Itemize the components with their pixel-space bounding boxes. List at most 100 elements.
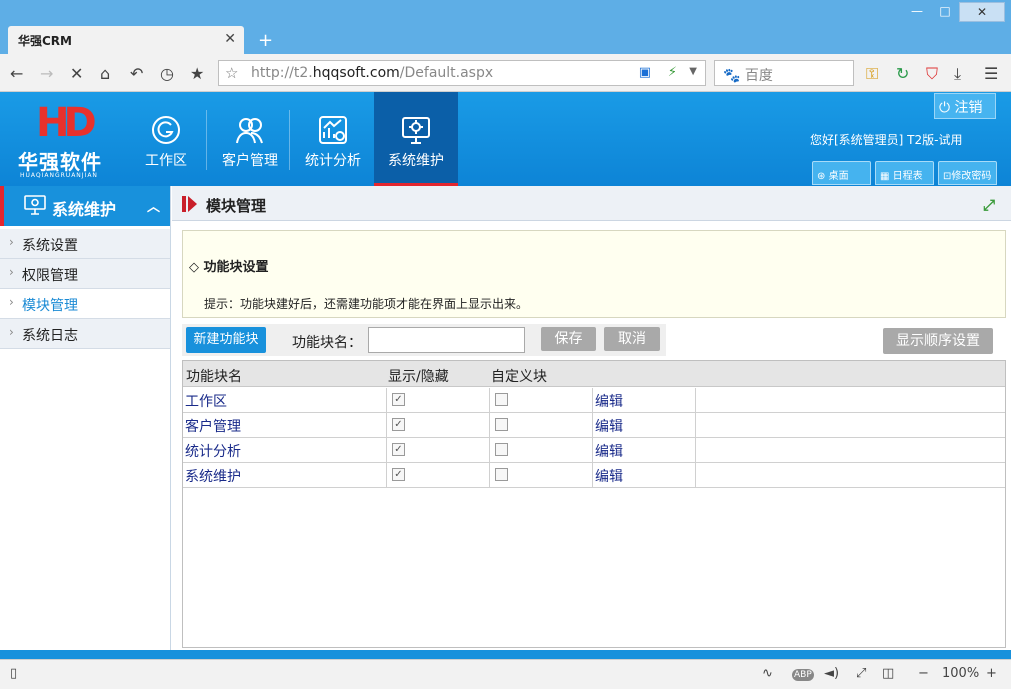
table-row: 客户管理 ✓ 编辑 <box>183 413 1005 438</box>
home-icon[interactable]: ⌂ <box>100 64 110 83</box>
chevron-up-icon[interactable]: ︿ <box>147 196 160 215</box>
block-name-input[interactable] <box>368 327 525 353</box>
volume-icon[interactable]: ◄) <box>824 666 839 681</box>
user-greeting: 您好[系统管理员] T2版-试用 <box>810 133 963 147</box>
sidebar-item-system-log[interactable]: › 系统日志 <box>0 319 170 349</box>
zoom-out-button[interactable]: − <box>918 666 929 681</box>
edit-link[interactable]: 编辑 <box>595 466 623 486</box>
monitor-gear-icon <box>402 117 430 144</box>
favorite-star-icon[interactable]: ☆ <box>225 64 238 82</box>
monitor-gear-icon <box>24 195 46 215</box>
cancel-button[interactable]: 取消 <box>604 327 660 351</box>
visible-checkbox[interactable]: ✓ <box>392 418 405 431</box>
nav-label: 客户管理 <box>222 153 278 169</box>
table-row: 统计分析 ✓ 编辑 <box>183 438 1005 463</box>
nav-label: 系统维护 <box>388 153 444 169</box>
notice-text: 提示：功能块建好后，还需建功能项才能在界面上显示出来。 <box>204 297 529 311</box>
users-icon <box>236 118 263 144</box>
window-titlebar: — □ ✕ <box>0 0 1011 28</box>
visible-checkbox[interactable]: ✓ <box>392 468 405 481</box>
sidebar-item-permissions[interactable]: › 权限管理 <box>0 259 170 289</box>
nav-system-maintenance[interactable]: 系统维护 <box>374 92 458 186</box>
chevron-right-icon: › <box>9 235 14 249</box>
sidebar-title: 系统维护 <box>52 200 117 219</box>
window-controls: — □ ✕ <box>903 2 1005 22</box>
nav-divider <box>289 110 290 170</box>
block-name-cell: 统计分析 <box>185 444 241 460</box>
split-view-icon[interactable]: ◫ <box>882 666 894 681</box>
save-button[interactable]: 保存 <box>541 327 596 351</box>
sidebar-item-module-management[interactable]: › 模块管理 <box>0 289 170 319</box>
pulse-icon[interactable]: ∿ <box>762 666 773 681</box>
forward-icon[interactable]: → <box>40 64 53 83</box>
key-icon[interactable]: ⚿ <box>866 64 878 84</box>
column-header: 功能块名 <box>186 369 242 385</box>
g-circle-icon <box>152 116 180 144</box>
minimize-icon[interactable]: — <box>903 2 931 22</box>
title-arrow-icon <box>188 196 197 212</box>
custom-checkbox[interactable] <box>495 468 508 481</box>
nav-workspace[interactable]: 工作区 <box>124 92 208 186</box>
visible-checkbox[interactable]: ✓ <box>392 393 405 406</box>
browser-tab[interactable]: 华强CRM ✕ <box>8 26 244 54</box>
schedule-button[interactable]: ▦ 日程表 <box>875 161 934 185</box>
compat-icon[interactable]: ⚡ <box>668 65 677 80</box>
undo-icon[interactable]: ↶ <box>130 64 143 83</box>
history-icon[interactable]: ◷ <box>160 64 174 83</box>
chart-gear-icon <box>319 116 347 144</box>
zoom-level: 100% <box>942 666 980 681</box>
logout-button[interactable]: ⏻ 注销 <box>934 93 996 119</box>
back-icon[interactable]: ← <box>10 64 23 83</box>
adblock-icon[interactable]: ABP <box>792 669 814 681</box>
edit-link[interactable]: 编辑 <box>595 416 623 436</box>
window-close-icon[interactable]: ✕ <box>959 2 1005 22</box>
fullscreen-icon[interactable]: ⤢ <box>983 196 995 214</box>
nav-divider <box>206 110 207 170</box>
refresh-user-icon[interactable]: ↻ <box>896 64 909 83</box>
desktop-button[interactable]: ⊛ 桌面 <box>812 161 871 185</box>
maximize-icon[interactable]: □ <box>931 2 959 22</box>
custom-checkbox[interactable] <box>495 418 508 431</box>
edit-link[interactable]: 编辑 <box>595 391 623 411</box>
address-bar[interactable]: ☆ http://t2.hqqsoft.com/Default.aspx ▣ ⚡… <box>218 60 706 86</box>
column-header: 显示/隐藏 <box>388 369 449 385</box>
nav-statistics[interactable]: 统计分析 <box>291 92 375 186</box>
security-icon[interactable]: ▣ <box>639 65 651 80</box>
new-block-button[interactable]: 新建功能块 <box>186 327 266 353</box>
notice-heading: ◇ 功能块设置 <box>189 260 269 275</box>
table-row: 工作区 ✓ 编辑 <box>183 388 1005 413</box>
block-name-label: 功能块名： <box>292 335 362 351</box>
custom-checkbox[interactable] <box>495 393 508 406</box>
stop-icon[interactable]: ✕ <box>70 64 83 83</box>
search-input[interactable]: 🐾 百度 <box>714 60 854 86</box>
sidebar-item-system-settings[interactable]: › 系统设置 <box>0 229 170 259</box>
page-header: 模块管理 ⤢ <box>172 186 1011 221</box>
edit-link[interactable]: 编辑 <box>595 441 623 461</box>
table-row: 系统维护 ✓ 编辑 <box>183 463 1005 488</box>
sidebar-header[interactable]: 系统维护 ︿ <box>0 186 170 226</box>
display-order-button[interactable]: 显示顺序设置 <box>883 328 993 354</box>
notice-panel: ◇ 功能块设置 提示：功能块建好后，还需建功能项才能在界面上显示出来。 <box>182 230 1006 318</box>
column-header: 自定义块 <box>491 369 547 385</box>
sidebar-toggle-icon[interactable]: ▯ <box>10 666 17 681</box>
fullscreen-icon[interactable]: ⤢ <box>856 666 866 681</box>
visible-checkbox[interactable]: ✓ <box>392 443 405 456</box>
shield-icon[interactable]: ⛉ <box>926 64 938 84</box>
logout-label: 注销 <box>954 100 983 116</box>
bookmark-icon[interactable]: ★ <box>190 64 204 83</box>
menu-icon[interactable]: ☰ <box>984 64 998 83</box>
tab-close-icon[interactable]: ✕ <box>224 31 236 47</box>
logo-pinyin: HUAQIANGRUANJIAN <box>20 172 98 179</box>
block-name-cell: 系统维护 <box>185 469 241 485</box>
zoom-in-button[interactable]: + <box>986 666 997 681</box>
nav-customers[interactable]: 客户管理 <box>208 92 292 186</box>
calendar-icon: ▦ <box>880 171 890 182</box>
custom-checkbox[interactable] <box>495 443 508 456</box>
change-password-button[interactable]: ⊡修改密码 <box>938 161 997 185</box>
new-tab-button[interactable]: + <box>258 30 273 51</box>
app-footer-bar <box>0 650 1011 659</box>
url-dropdown-icon[interactable]: ▼ <box>689 66 697 77</box>
url-text: http://t2.hqqsoft.com/Default.aspx <box>251 65 494 81</box>
company-logo: HD 华强软件 HUAQIANGRUANJIAN <box>18 96 118 182</box>
download-icon[interactable]: ⤓ <box>954 64 961 84</box>
